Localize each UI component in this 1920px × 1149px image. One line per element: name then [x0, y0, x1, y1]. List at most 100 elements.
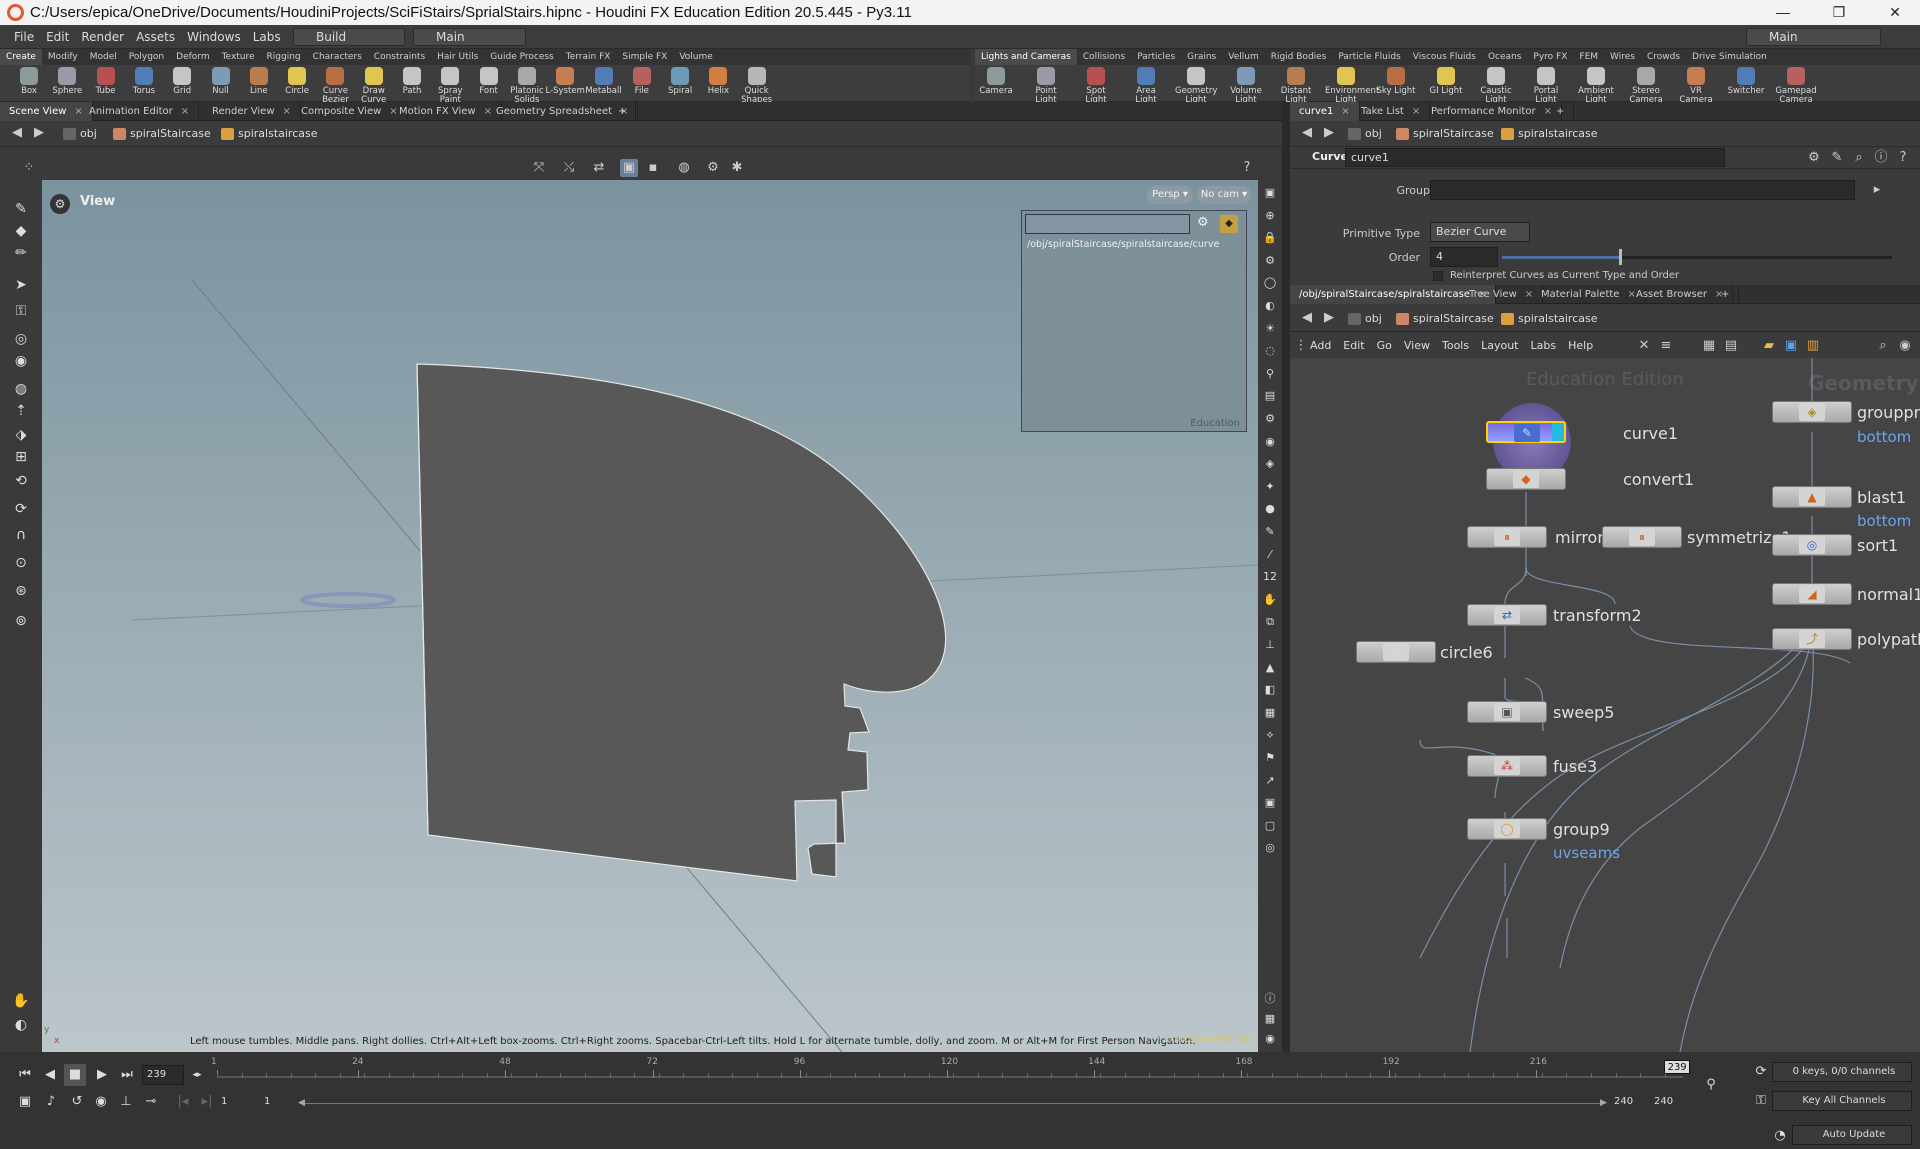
display-option-2-icon[interactable]: 🔒	[1261, 229, 1279, 247]
display-option-26-icon[interactable]: ↗	[1261, 772, 1279, 790]
order-slider-handle[interactable]	[1619, 249, 1622, 265]
display-option-19-icon[interactable]: ⧉	[1261, 613, 1279, 631]
node-groupprom[interactable]: ◈	[1772, 401, 1852, 423]
tool-geometry-light[interactable]: Geometry Light	[1175, 67, 1217, 105]
tool-camera[interactable]: Camera	[975, 67, 1017, 96]
tool-stereo-camera[interactable]: Stereo Camera	[1625, 67, 1667, 105]
tool-line[interactable]: Line	[238, 67, 280, 96]
paint-icon[interactable]: ◆	[10, 220, 32, 242]
display-option-8-icon[interactable]: ⚲	[1261, 365, 1279, 383]
shelf-tab-rigid-bodies[interactable]: Rigid Bodies	[1265, 49, 1333, 65]
audio-icon[interactable]: ♪	[40, 1091, 62, 1113]
tool-spiral[interactable]: Spiral	[659, 67, 701, 96]
network-menu-labs[interactable]: Labs	[1525, 334, 1563, 358]
select-icon[interactable]: ➤	[10, 274, 32, 296]
jump-end-icon[interactable]: ⏭	[116, 1064, 138, 1086]
shelf-tab-fem[interactable]: FEM	[1573, 49, 1604, 65]
inset-gear-icon[interactable]: ⚙	[1197, 215, 1209, 230]
path-node[interactable]: spiralstaircase	[1498, 125, 1606, 143]
network-box-icon[interactable]: ▥	[1804, 337, 1822, 355]
shelf-tab-simple-fx[interactable]: Simple FX	[616, 49, 673, 65]
range-icon[interactable]: ⊥	[115, 1091, 137, 1113]
forward-arrow-icon[interactable]: ▶	[1320, 309, 1338, 327]
sculpt-icon[interactable]: ✏	[10, 242, 32, 264]
grid-icon[interactable]: ▦	[1700, 337, 1718, 355]
tab-close-icon[interactable]: ×	[283, 106, 291, 117]
display-option-14-icon[interactable]: ●	[1261, 500, 1279, 518]
network-menu-add[interactable]: Add	[1304, 334, 1337, 358]
tool-circle[interactable]: Circle	[276, 67, 318, 96]
tool-grid[interactable]: Grid	[161, 67, 203, 96]
pane-tab-tree-view[interactable]: Tree View ×	[1460, 285, 1544, 304]
tool-point-light[interactable]: Point Light	[1025, 67, 1067, 105]
realtime-toggle-icon[interactable]: ▣	[14, 1091, 36, 1113]
menu-file[interactable]: File	[8, 25, 40, 49]
inset-filter-field[interactable]	[1025, 214, 1190, 234]
path-node[interactable]: spiralstaircase	[218, 125, 326, 143]
tool-sky-light[interactable]: Sky Light	[1375, 67, 1417, 96]
current-frame-field[interactable]: 239	[142, 1065, 184, 1085]
start-frame-field-2[interactable]: 1	[260, 1093, 298, 1113]
brush-icon[interactable]: ✎	[1828, 149, 1846, 167]
display-option-25-icon[interactable]: ⚑	[1261, 749, 1279, 767]
camera-icon[interactable]: ◉	[1896, 337, 1914, 355]
display-option-5-icon[interactable]: ◐	[1261, 297, 1279, 315]
network-menu-go[interactable]: Go	[1371, 334, 1398, 358]
help-icon[interactable]: ?	[1894, 149, 1912, 167]
note-icon[interactable]: ▰	[1760, 337, 1778, 355]
tool-gamepad-camera[interactable]: Gamepad Camera	[1775, 67, 1817, 105]
shelf-tab-wires[interactable]: Wires	[1604, 49, 1641, 65]
rotate-icon[interactable]: ◍	[10, 378, 32, 400]
pane-tab-render-view[interactable]: Render View ×	[203, 102, 301, 121]
menu-windows[interactable]: Windows	[181, 25, 247, 49]
forward-arrow-icon[interactable]: ▶	[30, 124, 48, 142]
tab-close-icon[interactable]: ×	[1412, 106, 1420, 117]
display-option-22-icon[interactable]: ◧	[1261, 681, 1279, 699]
shelf-tab-particles[interactable]: Particles	[1131, 49, 1181, 65]
tab-close-icon[interactable]: ×	[181, 106, 189, 117]
display-option-3-icon[interactable]: ⚙	[1261, 252, 1279, 270]
tool-tube[interactable]: Tube	[85, 67, 127, 96]
node-mirror[interactable]: ⏸	[1467, 526, 1547, 548]
network-menu-help[interactable]: Help	[1562, 334, 1599, 358]
tool-font[interactable]: Font	[468, 67, 510, 96]
camera-button[interactable]: No cam ▾	[1197, 186, 1251, 204]
end-frame-field-2[interactable]: 240	[1650, 1093, 1688, 1113]
range-bar[interactable]	[300, 1103, 1605, 1104]
display-option-29-icon[interactable]: ◎	[1261, 839, 1279, 857]
camera-view-icon[interactable]: ▣	[620, 159, 638, 177]
shelf-tab-volume[interactable]: Volume	[673, 49, 718, 65]
node-symmetrize1[interactable]: ⏸	[1602, 526, 1682, 548]
frame-step-icon[interactable]: ◂▸	[186, 1064, 208, 1086]
handle-icon[interactable]: ⬗	[10, 424, 32, 446]
shelf-tab-create[interactable]: Create	[0, 49, 42, 65]
desktop-select[interactable]: Build	[293, 28, 405, 46]
add-tab-icon[interactable]: +	[1547, 102, 1575, 121]
light-icon[interactable]: ⊚	[10, 610, 32, 632]
tool-file[interactable]: File	[621, 67, 663, 96]
node-blast1[interactable]: ▲	[1772, 486, 1852, 508]
display-option-9-icon[interactable]: ▤	[1261, 387, 1279, 405]
pane-splitter[interactable]	[1282, 102, 1290, 1052]
display-icon[interactable]: ▪	[644, 159, 662, 177]
display-option-17-icon[interactable]: 12	[1261, 568, 1279, 586]
settings-gear-icon[interactable]: ⚙	[704, 159, 722, 177]
chat-icon[interactable]: ◔	[1770, 1125, 1790, 1147]
current-frame-marker[interactable]: 239	[1664, 1060, 1691, 1074]
shelf-tab-oceans[interactable]: Oceans	[1482, 49, 1527, 65]
group-select-arrow-icon[interactable]: ▸	[1868, 181, 1886, 199]
pane-tab-curve1[interactable]: curve1 ×	[1290, 102, 1360, 121]
order-slider[interactable]	[1502, 249, 1892, 265]
next-key-icon[interactable]: ▸|	[196, 1091, 218, 1113]
display-option-0-icon[interactable]: ▣	[1261, 184, 1279, 202]
shelf-tab-viscous-fluids[interactable]: Viscous Fluids	[1407, 49, 1482, 65]
path-net[interactable]: spiralStaircase	[1393, 310, 1502, 328]
tool-quick-shapes[interactable]: Quick Shapes	[736, 67, 778, 105]
magnet-icon[interactable]: ∩	[10, 524, 32, 546]
path-obj[interactable]: obj	[1345, 310, 1390, 328]
add-tab-icon[interactable]: +	[1712, 285, 1740, 304]
tool-sphere[interactable]: Sphere	[46, 67, 88, 96]
node-transform2[interactable]: ⇄	[1467, 604, 1547, 626]
pane-tab-performance-monitor[interactable]: Performance Monitor ×	[1422, 102, 1562, 121]
shelf-tab-terrain-fx[interactable]: Terrain FX	[560, 49, 617, 65]
